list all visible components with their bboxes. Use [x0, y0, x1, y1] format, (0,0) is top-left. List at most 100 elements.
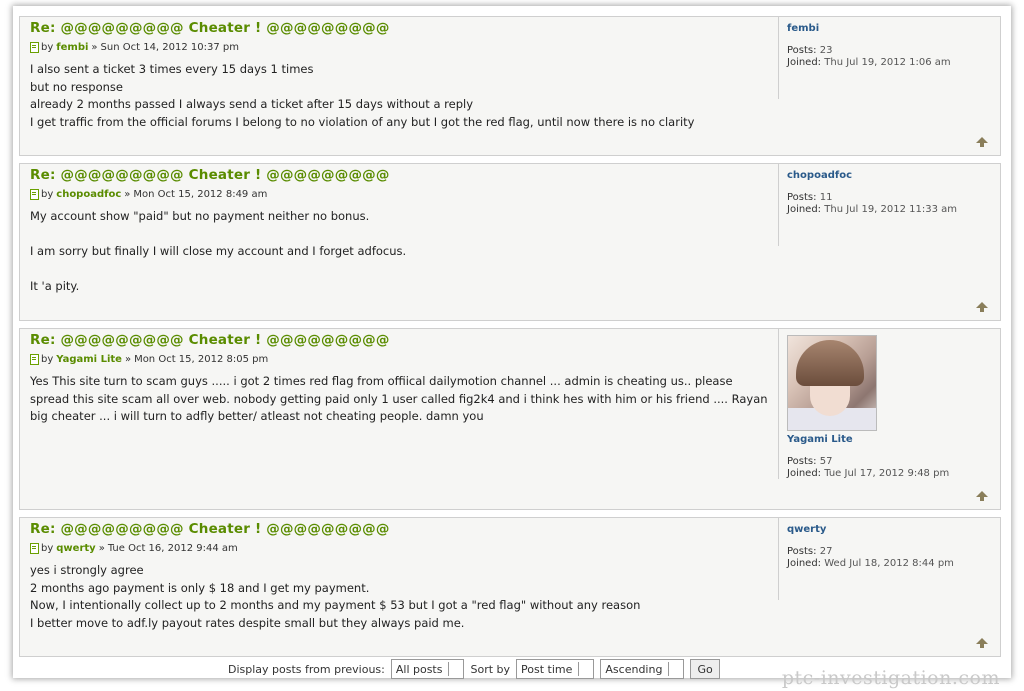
posts-label: Posts:: [787, 192, 817, 203]
avatar-hair: [796, 340, 864, 386]
post-byline: by chopoadfoc » Mon Oct 15, 2012 8:49 am: [30, 189, 770, 200]
posts-count: 11: [819, 192, 833, 203]
joined-label: Joined:: [787, 204, 822, 215]
post-content: I also sent a ticket 3 times every 15 da…: [30, 61, 770, 131]
post: Re: @@@@@@@@@ Cheater ! @@@@@@@@@ by fem…: [19, 16, 1001, 156]
post-author[interactable]: fembi: [56, 42, 88, 53]
by-label: by: [41, 543, 54, 554]
post-byline: by fembi » Sun Oct 14, 2012 10:37 pm: [30, 42, 770, 53]
post-line: My account show "paid" but no payment ne…: [30, 209, 370, 223]
post-date: Tue Oct 16, 2012 9:44 am: [107, 543, 238, 554]
back-to-top-icon[interactable]: [976, 491, 988, 501]
profile-posts: Posts: 27: [787, 546, 994, 558]
joined-date: Thu Jul 19, 2012 11:33 am: [824, 204, 958, 215]
post-line: 2 months ago payment is only $ 18 and I …: [30, 580, 370, 595]
back-to-top-icon[interactable]: [976, 302, 988, 312]
post-date: Mon Oct 15, 2012 8:49 am: [133, 189, 268, 200]
posts-count: 57: [819, 456, 833, 467]
post-line: spread this site scam all over web. nobo…: [30, 391, 768, 406]
post-body: Re: @@@@@@@@@ Cheater ! @@@@@@@@@ by cho…: [30, 164, 770, 296]
post-line: [30, 261, 770, 279]
profile-username[interactable]: chopoadfoc: [787, 170, 994, 181]
post-author[interactable]: qwerty: [56, 543, 95, 554]
post-body: Re: @@@@@@@@@ Cheater ! @@@@@@@@@ by fem…: [30, 17, 770, 131]
profile-username[interactable]: Yagami Lite: [787, 434, 994, 445]
post-byline: by Yagami Lite » Mon Oct 15, 2012 8:05 p…: [30, 354, 770, 365]
watermark: ptc-investigation.com: [781, 667, 1000, 689]
sort-key-select[interactable]: Post time: [516, 659, 595, 679]
posts-label: Posts:: [787, 546, 817, 557]
post-title[interactable]: Re: @@@@@@@@@ Cheater ! @@@@@@@@@: [30, 20, 770, 36]
chevron-down-icon: [448, 662, 459, 676]
post-line: [30, 226, 770, 244]
separator: »: [98, 543, 105, 554]
separator: »: [124, 189, 131, 200]
forum-topic-view: Re: @@@@@@@@@ Cheater ! @@@@@@@@@ by fem…: [13, 6, 1011, 678]
posts-label: Posts:: [787, 456, 817, 467]
posts-count: 27: [819, 546, 833, 557]
post-content: My account show "paid" but no payment ne…: [30, 208, 770, 296]
profile-username[interactable]: fembi: [787, 23, 994, 34]
post-body: Re: @@@@@@@@@ Cheater ! @@@@@@@@@ by qwe…: [30, 518, 770, 632]
post-body: Re: @@@@@@@@@ Cheater ! @@@@@@@@@ by Yag…: [30, 329, 770, 426]
post-title[interactable]: Re: @@@@@@@@@ Cheater ! @@@@@@@@@: [30, 521, 770, 537]
avatar[interactable]: [787, 335, 877, 431]
post-line: I better move to adf.ly payout rates des…: [30, 615, 465, 630]
by-label: by: [41, 42, 54, 53]
post-profile: fembi Posts: 23 Joined: Thu Jul 19, 2012…: [778, 17, 994, 99]
post: Re: @@@@@@@@@ Cheater ! @@@@@@@@@ by qwe…: [19, 517, 1001, 657]
post-file-icon[interactable]: [30, 354, 39, 365]
post-byline: by qwerty » Tue Oct 16, 2012 9:44 am: [30, 543, 770, 554]
go-button[interactable]: Go: [690, 659, 720, 679]
joined-date: Tue Jul 17, 2012 9:48 pm: [824, 468, 950, 479]
joined-label: Joined:: [787, 57, 822, 68]
separator: »: [91, 42, 98, 53]
joined-date: Thu Jul 19, 2012 1:06 am: [824, 57, 951, 68]
post-line: I get traffic from the official forums I…: [30, 114, 695, 129]
post-profile: Yagami Lite Posts: 57 Joined: Tue Jul 17…: [778, 329, 994, 479]
posts-label: Posts:: [787, 45, 817, 56]
separator: »: [124, 354, 132, 365]
posts-count: 23: [819, 45, 833, 56]
post-date: Sun Oct 14, 2012 10:37 pm: [100, 42, 239, 53]
by-label: by: [41, 189, 54, 200]
back-to-top-icon[interactable]: [976, 137, 988, 147]
by-label: by: [41, 354, 54, 365]
profile-joined: Joined: Thu Jul 19, 2012 1:06 am: [787, 57, 994, 69]
back-to-top-icon[interactable]: [976, 638, 988, 648]
post-author[interactable]: chopoadfoc: [56, 189, 121, 200]
post-file-icon[interactable]: [30, 543, 39, 554]
post-line: big cheater ... i will turn to adfly bet…: [30, 409, 484, 423]
profile-joined: Joined: Wed Jul 18, 2012 8:44 pm: [787, 558, 994, 570]
chevron-down-icon: [668, 662, 679, 676]
post-line: yes i strongly agree: [30, 563, 144, 577]
joined-label: Joined:: [787, 558, 822, 569]
post-profile: chopoadfoc Posts: 11 Joined: Thu Jul 19,…: [778, 164, 994, 246]
post-content: yes i strongly agree 2 months ago paymen…: [30, 562, 770, 632]
sort-options-bar: Display posts from previous: All posts S…: [228, 659, 720, 679]
sort-order-value: Ascending: [605, 662, 663, 676]
sort-order-select[interactable]: Ascending: [600, 659, 685, 679]
post: Re: @@@@@@@@@ Cheater ! @@@@@@@@@ by cho…: [19, 163, 1001, 321]
post-title[interactable]: Re: @@@@@@@@@ Cheater ! @@@@@@@@@: [30, 167, 770, 183]
post-line: It 'a pity.: [30, 279, 80, 293]
post-title[interactable]: Re: @@@@@@@@@ Cheater ! @@@@@@@@@: [30, 332, 770, 348]
profile-posts: Posts: 11: [787, 192, 994, 204]
post-file-icon[interactable]: [30, 189, 39, 200]
post-file-icon[interactable]: [30, 42, 39, 53]
post-line: but no response: [30, 79, 123, 94]
post-line: I also sent a ticket 3 times every 15 da…: [30, 62, 314, 76]
post-line: already 2 months passed I always send a …: [30, 97, 474, 111]
display-posts-select[interactable]: All posts: [390, 659, 465, 679]
sort-by-label: Sort by: [470, 662, 511, 676]
profile-username[interactable]: qwerty: [787, 524, 994, 535]
post-author[interactable]: Yagami Lite: [56, 354, 122, 365]
chevron-down-icon: [578, 662, 589, 676]
display-posts-label: Display posts from previous:: [228, 662, 385, 676]
post-line: Yes This site turn to scam guys ..... i …: [30, 374, 733, 388]
joined-label: Joined:: [787, 468, 822, 479]
profile-joined: Joined: Thu Jul 19, 2012 11:33 am: [787, 204, 994, 216]
sort-key-value: Post time: [521, 662, 573, 676]
profile-posts: Posts: 57: [787, 456, 994, 468]
post-profile: qwerty Posts: 27 Joined: Wed Jul 18, 201…: [778, 518, 994, 600]
